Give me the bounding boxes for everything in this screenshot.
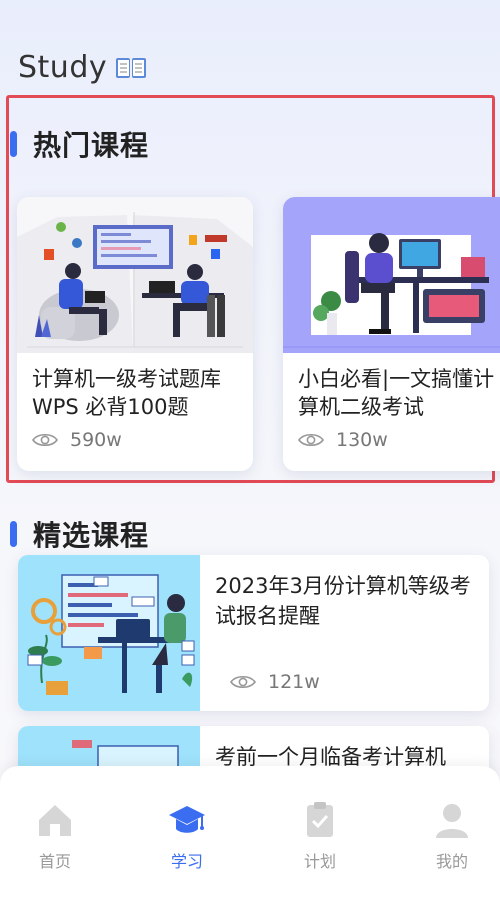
eye-icon — [298, 433, 324, 447]
view-count-value: 130w — [336, 429, 388, 451]
eye-icon — [230, 675, 256, 689]
page-title-text: Study — [18, 50, 108, 85]
view-count: 590w — [32, 429, 122, 451]
view-count: 130w — [298, 429, 388, 451]
view-count-value: 590w — [70, 429, 122, 451]
graduation-cap-icon — [169, 806, 205, 833]
featured-courses-title: 精选课程 — [33, 519, 150, 552]
hot-course-card[interactable]: 小白必看|一文搞懂计算机二级考试 130w — [283, 197, 500, 471]
tab-label: 学习 — [170, 852, 203, 871]
course-title: 2023年3月份计算机等级考试报名提醒 — [215, 574, 471, 628]
featured-course-card[interactable]: 2023年3月份计算机等级考试报名提醒 121w — [18, 555, 489, 711]
tab-label: 计划 — [303, 852, 336, 871]
user-icon — [436, 804, 468, 838]
bottom-tab-bar: 首页 学习 计划 我的 — [0, 766, 500, 902]
hot-course-card[interactable]: 计算机一级考试题库 WPS 必背100题 590w — [17, 197, 253, 471]
tab-plan[interactable]: 计划 — [275, 800, 365, 872]
course-thumbnail-image — [18, 555, 200, 711]
page-title: Study — [18, 50, 147, 85]
hot-courses-title: 热门课程 — [33, 129, 150, 162]
tab-mine[interactable]: 我的 — [407, 800, 497, 872]
course-title: 计算机一级考试题库 WPS 必背100题 — [32, 367, 221, 419]
featured-courses-header: 精选课程 — [10, 514, 149, 554]
tab-label: 我的 — [435, 852, 468, 871]
tab-study[interactable]: 学习 — [142, 800, 232, 872]
home-icon — [39, 805, 71, 836]
clipboard-check-icon — [307, 802, 333, 837]
view-count: 121w — [230, 671, 320, 693]
section-accent-bar — [10, 521, 17, 547]
section-accent-bar — [10, 131, 17, 157]
course-thumbnail-image — [283, 197, 500, 353]
eye-icon — [32, 433, 58, 447]
tab-label: 首页 — [38, 852, 71, 871]
hot-courses-header: 热门课程 — [10, 124, 149, 164]
course-thumbnail-image — [17, 197, 253, 353]
book-icon — [116, 57, 147, 78]
course-title: 小白必看|一文搞懂计算机二级考试 — [298, 367, 495, 419]
tab-home[interactable]: 首页 — [10, 800, 100, 872]
view-count-value: 121w — [268, 671, 320, 693]
